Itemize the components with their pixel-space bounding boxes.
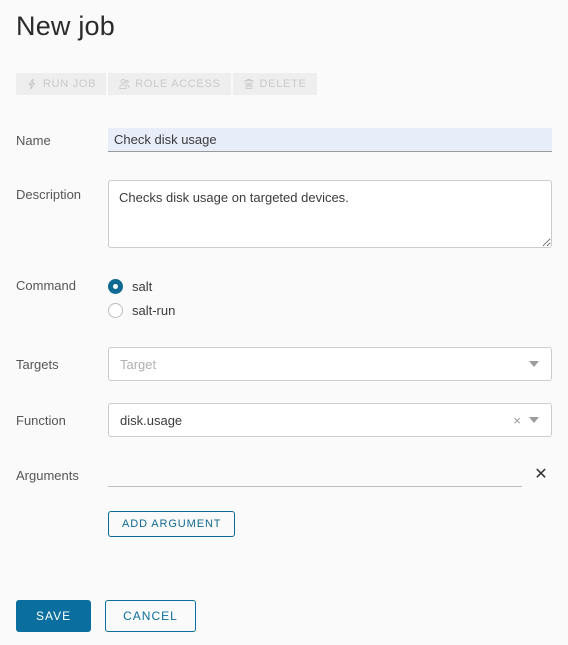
delete-label: DELETE <box>259 78 307 90</box>
chevron-down-icon[interactable] <box>529 417 539 423</box>
radio-option-salt-run[interactable]: salt-run <box>108 299 175 321</box>
argument-input[interactable] <box>108 463 522 487</box>
add-argument-button[interactable]: ADD ARGUMENT <box>108 511 236 537</box>
run-job-button[interactable]: RUN JOB <box>16 73 107 95</box>
run-job-label: RUN JOB <box>43 78 97 90</box>
name-input[interactable] <box>108 128 552 152</box>
function-select[interactable]: disk.usage × <box>108 403 552 437</box>
command-control: salt salt-run <box>108 275 568 321</box>
form-row-command: Command salt salt-run <box>0 275 568 321</box>
lightning-bolt-icon <box>26 78 38 90</box>
role-access-label: ROLE ACCESS <box>135 78 221 90</box>
form-actions: SAVE CANCEL <box>16 600 196 632</box>
role-access-button[interactable]: ROLE ACCESS <box>108 73 231 95</box>
trash-icon <box>243 78 255 90</box>
chevron-down-icon[interactable] <box>529 361 539 367</box>
form-row-description: Description Checks disk usage on targete… <box>0 180 568 248</box>
targets-control: Target <box>108 347 568 381</box>
add-argument-control: ADD ARGUMENT <box>108 511 568 537</box>
targets-label: Targets <box>16 357 59 372</box>
targets-select[interactable]: Target <box>108 347 552 381</box>
argument-item: ✕ <box>108 463 552 487</box>
radio-salt-label: salt <box>132 278 153 294</box>
save-button[interactable]: SAVE <box>16 600 92 632</box>
name-control <box>108 128 568 152</box>
new-job-form: Name Description Checks disk usage on ta… <box>0 110 568 537</box>
command-label: Command <box>16 278 76 293</box>
delete-button[interactable]: DELETE <box>232 73 317 95</box>
form-row-arguments: Arguments ✕ <box>0 463 568 487</box>
targets-placeholder: Target <box>120 356 157 372</box>
function-label: Function <box>16 413 66 428</box>
form-row-name: Name <box>0 128 568 152</box>
form-row-add-argument: ADD ARGUMENT <box>0 511 568 537</box>
radio-option-salt[interactable]: salt <box>108 275 152 297</box>
clear-x-icon[interactable]: × <box>505 414 529 427</box>
radio-salt-run-indicator[interactable] <box>108 302 123 318</box>
close-x-icon[interactable]: ✕ <box>530 464 552 486</box>
arguments-control: ✕ <box>108 463 568 487</box>
description-textarea[interactable]: Checks disk usage on targeted devices. <box>108 180 552 248</box>
radio-salt-indicator[interactable] <box>108 278 123 294</box>
radio-salt-run-label: salt-run <box>132 302 176 318</box>
form-row-function: Function disk.usage × <box>0 403 568 437</box>
users-group-icon <box>118 78 130 90</box>
cancel-button[interactable]: CANCEL <box>105 600 196 632</box>
name-label: Name <box>16 133 51 148</box>
description-label: Description <box>16 187 82 202</box>
function-value: disk.usage <box>120 412 183 428</box>
description-control: Checks disk usage on targeted devices. <box>108 180 568 248</box>
page-title: New job <box>16 11 115 41</box>
form-row-targets: Targets Target <box>0 347 568 381</box>
arguments-label: Arguments <box>16 468 79 483</box>
toolbar: RUN JOB ROLE ACCESS DELETE <box>16 73 317 95</box>
function-control: disk.usage × <box>108 403 568 437</box>
